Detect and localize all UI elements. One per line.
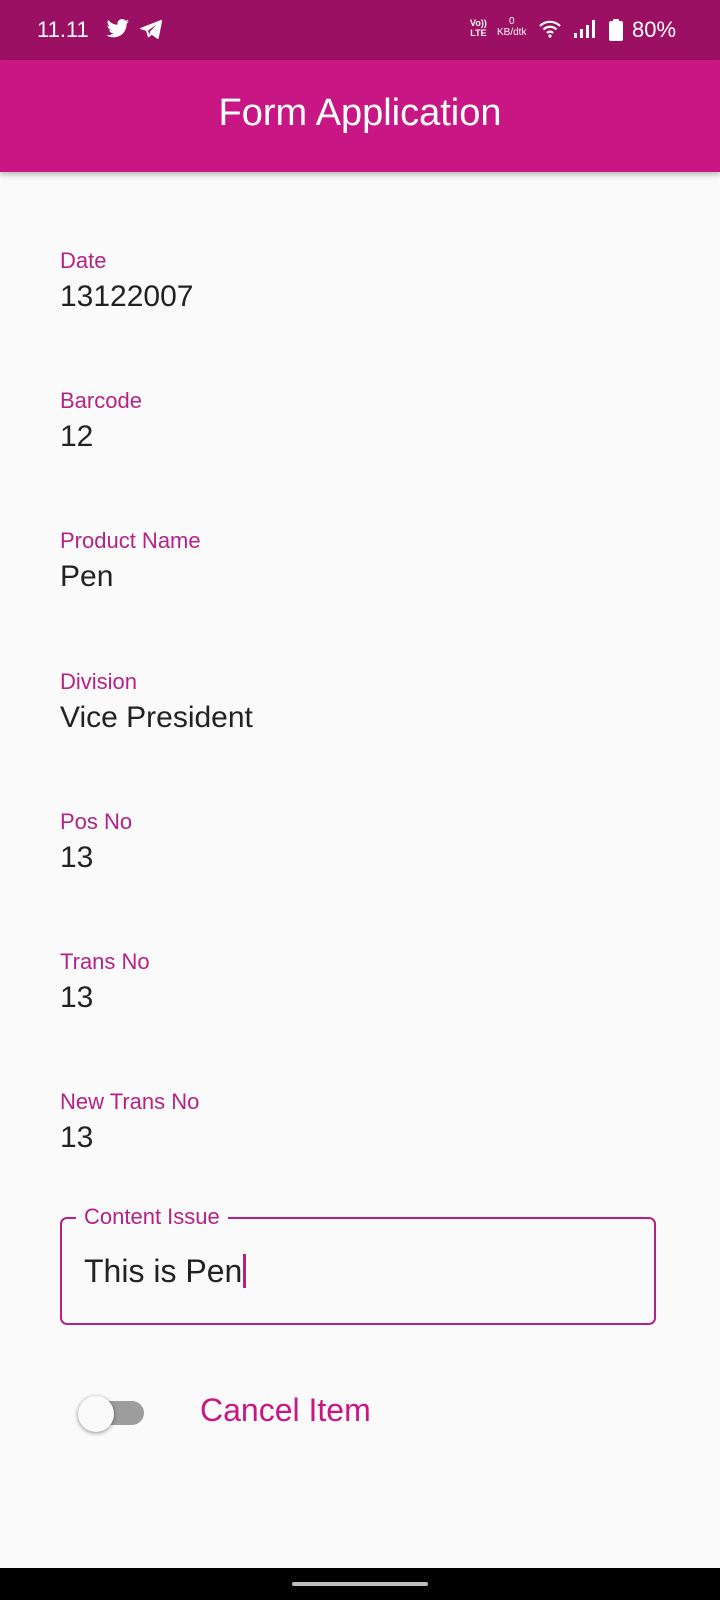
new-trans-no-label: New Trans No bbox=[60, 1089, 200, 1114]
text-cursor bbox=[243, 1254, 247, 1288]
content-issue-field[interactable]: Content Issue This is Pen bbox=[60, 1203, 656, 1325]
gesture-handle[interactable] bbox=[292, 1582, 428, 1586]
navigation-bar bbox=[0, 1568, 720, 1600]
pos-no-field[interactable]: Pos No 13 bbox=[60, 809, 132, 875]
date-field[interactable]: Date 13122007 bbox=[60, 248, 193, 314]
product-name-value[interactable]: Pen bbox=[60, 560, 201, 594]
trans-no-field[interactable]: Trans No 13 bbox=[60, 949, 150, 1015]
new-trans-no-value[interactable]: 13 bbox=[60, 1121, 199, 1155]
barcode-label: Barcode bbox=[60, 388, 142, 413]
content-issue-label: Content Issue bbox=[76, 1203, 228, 1231]
new-trans-no-field[interactable]: New Trans No 13 bbox=[60, 1089, 199, 1155]
cancel-item-switch[interactable] bbox=[78, 1393, 146, 1433]
status-bar: 11.11 Vo)) LTE 0 KB/dtk 80% bbox=[0, 0, 720, 60]
pos-no-value[interactable]: 13 bbox=[60, 841, 132, 875]
page-title: Form Application bbox=[218, 92, 502, 134]
trans-no-value[interactable]: 13 bbox=[60, 981, 150, 1015]
signal-icon bbox=[574, 20, 596, 43]
cancel-item-label[interactable]: Cancel Item bbox=[200, 1391, 371, 1429]
pos-no-label: Pos No bbox=[60, 809, 133, 834]
network-speed: 0 KB/dtk bbox=[497, 16, 527, 38]
wifi-icon bbox=[538, 19, 562, 44]
barcode-value[interactable]: 12 bbox=[60, 420, 142, 454]
product-name-field[interactable]: Product Name Pen bbox=[60, 528, 201, 594]
product-name-label: Product Name bbox=[60, 528, 201, 553]
content-issue-input[interactable]: This is Pen bbox=[84, 1252, 247, 1290]
app-bar: Form Application bbox=[0, 60, 720, 172]
division-field[interactable]: Division Vice President bbox=[60, 669, 253, 735]
battery-icon bbox=[609, 19, 623, 46]
trans-no-label: Trans No bbox=[60, 949, 150, 974]
division-label: Division bbox=[60, 669, 138, 694]
telegram-icon bbox=[140, 19, 163, 44]
barcode-field[interactable]: Barcode 12 bbox=[60, 388, 142, 454]
twitter-icon bbox=[106, 19, 130, 44]
date-label: Date bbox=[60, 248, 107, 273]
battery-percentage: 80% bbox=[632, 17, 677, 42]
division-value[interactable]: Vice President bbox=[60, 701, 253, 735]
switch-thumb bbox=[78, 1396, 114, 1432]
volte-indicator: Vo)) LTE bbox=[470, 18, 487, 38]
status-time: 11.11 bbox=[37, 17, 89, 42]
content-issue-value: This is Pen bbox=[84, 1253, 243, 1289]
date-value[interactable]: 13122007 bbox=[60, 280, 193, 314]
